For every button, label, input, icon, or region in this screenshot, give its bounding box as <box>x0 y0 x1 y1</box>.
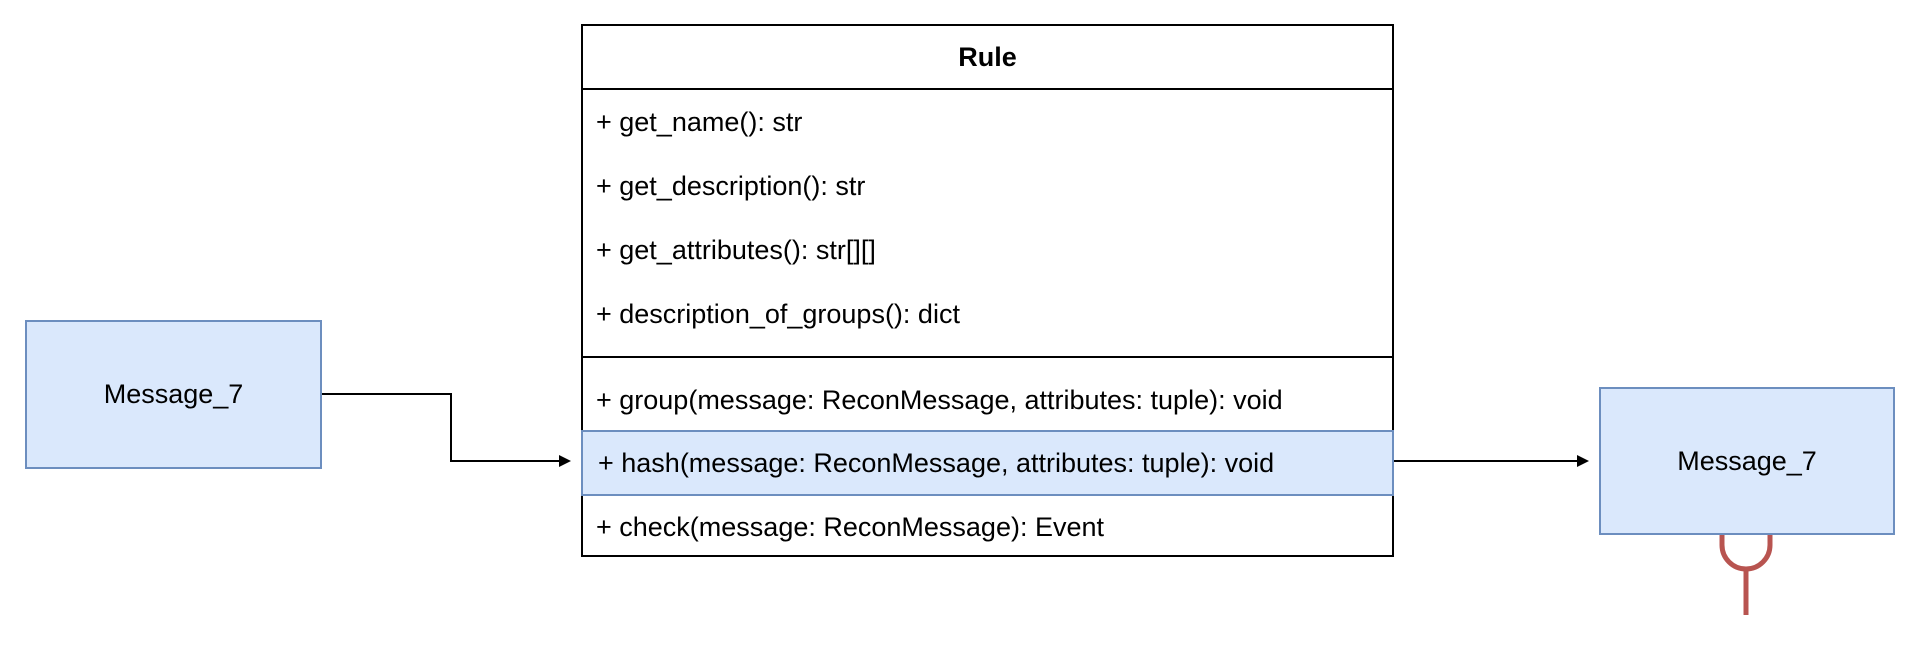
class-rule[interactable]: Rule + get_name(): str + get_description… <box>581 24 1394 557</box>
connector-left-to-rule[interactable] <box>322 393 571 467</box>
required-interface-icon[interactable] <box>1719 535 1773 615</box>
method-hash[interactable]: + hash(message: ReconMessage, attributes… <box>581 430 1394 496</box>
message-label-left: Message_7 <box>103 379 244 409</box>
method-group[interactable]: + group(message: ReconMessage, attribute… <box>583 368 1392 432</box>
diagram-canvas: Message_7 Rule + get_name(): str + get_d… <box>0 0 1920 664</box>
attribute-get-attributes[interactable]: + get_attributes(): str[][] <box>583 218 1392 282</box>
message-box-left[interactable]: Message_7 <box>25 320 322 469</box>
attribute-get-name[interactable]: + get_name(): str <box>583 90 1392 154</box>
attribute-description-of-groups[interactable]: + description_of_groups(): dict <box>583 282 1392 346</box>
method-check[interactable]: + check(message: ReconMessage): Event <box>583 495 1392 559</box>
attribute-get-description[interactable]: + get_description(): str <box>583 154 1392 218</box>
class-divider <box>583 356 1392 358</box>
message-label-right: Message_7 <box>1677 445 1817 476</box>
message-box-right[interactable]: Message_7 <box>1599 387 1895 535</box>
class-name: Rule <box>583 26 1392 90</box>
